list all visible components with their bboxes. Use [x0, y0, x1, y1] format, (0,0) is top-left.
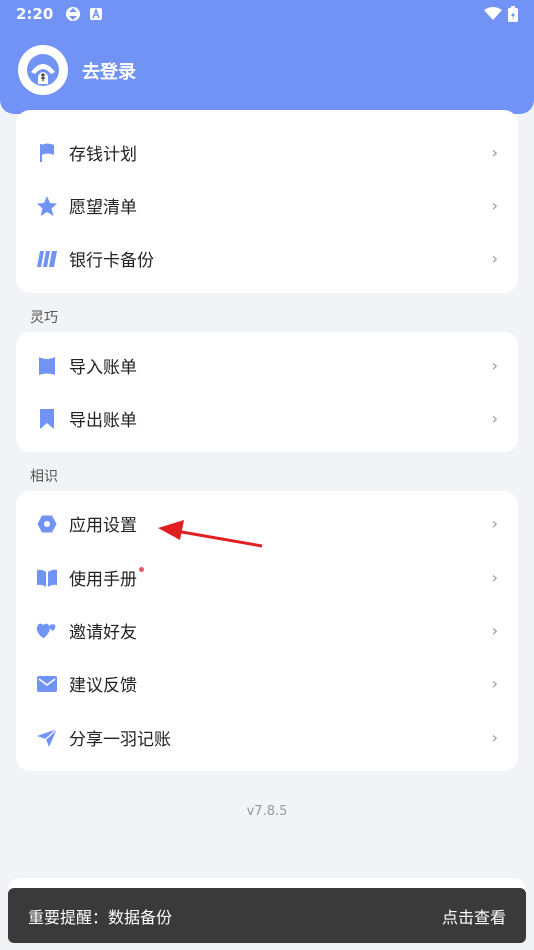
backup-reminder-toast: 重要提醒：数据备份 点击查看: [8, 888, 526, 943]
version-text: v7.8.5: [246, 804, 288, 819]
toast-message: 重要提醒：数据备份: [28, 907, 173, 927]
toast-view-button[interactable]: 点击查看: [442, 904, 506, 928]
